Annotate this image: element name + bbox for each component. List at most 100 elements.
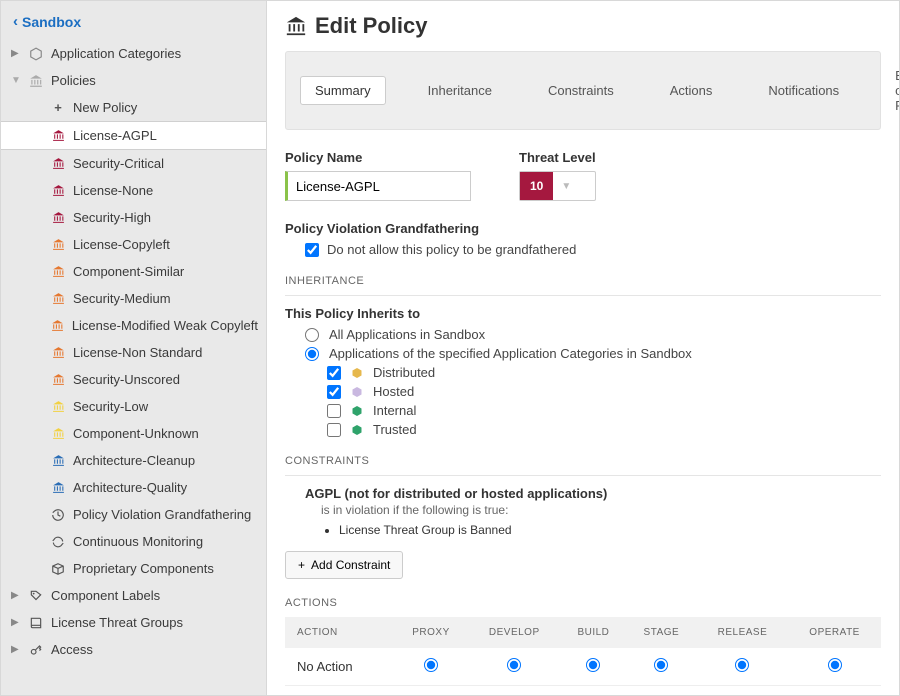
constraints-section-label: CONSTRAINTS [285, 455, 881, 467]
sidebar-nav-item[interactable]: ▶ Component Labels [1, 582, 266, 609]
sidebar-policy-item[interactable]: License-Modified Weak Copyleft [1, 312, 266, 339]
key-icon [27, 643, 45, 657]
tag-checkbox[interactable] [327, 366, 341, 380]
bank-icon [49, 319, 66, 332]
tag-checkbox[interactable] [327, 404, 341, 418]
sidebar-extra-item[interactable]: Policy Violation Grandfathering [1, 501, 266, 528]
tab[interactable]: Notifications [754, 77, 853, 104]
add-constraint-button[interactable]: + Add Constraint [285, 551, 403, 579]
action-cell [561, 648, 626, 686]
sidebar-policy-item[interactable]: Security-High [1, 204, 266, 231]
sidebar-item-policies[interactable]: ▼ Policies [1, 67, 266, 94]
action-radio[interactable] [507, 658, 521, 672]
history-icon [49, 508, 67, 522]
inherit-tag-row[interactable]: Trusted [327, 422, 881, 437]
radio-all[interactable] [305, 328, 319, 342]
sidebar-policy-item[interactable]: Security-Medium [1, 285, 266, 312]
action-radio[interactable] [654, 658, 668, 672]
action-cell [697, 648, 788, 686]
constraint-subtitle: is in violation if the following is true… [321, 503, 881, 517]
sidebar-extra-item[interactable]: Continuous Monitoring [1, 528, 266, 555]
action-radio[interactable] [828, 658, 842, 672]
bank-icon [49, 184, 67, 197]
sidebar-policy-item[interactable]: Component-Unknown [1, 420, 266, 447]
sidebar-policy-item[interactable]: License-None [1, 177, 266, 204]
action-cell [561, 686, 626, 696]
sidebar-policy-item[interactable]: Component-Similar [1, 258, 266, 285]
action-cell [468, 686, 561, 696]
tab[interactable]: End of Page [881, 62, 899, 119]
box-icon [49, 562, 67, 576]
tree-label: Policies [51, 73, 258, 88]
tab[interactable]: Summary [300, 76, 386, 105]
breadcrumb[interactable]: ‹ Sandbox [1, 7, 266, 40]
threat-level-select[interactable]: 10 ▼ [519, 171, 596, 201]
tag-checkbox[interactable] [327, 423, 341, 437]
action-radio[interactable] [586, 658, 600, 672]
inherit-radio-specified[interactable]: Applications of the specified Applicatio… [305, 346, 881, 361]
page-title: Edit Policy [285, 13, 881, 39]
action-cell [626, 686, 697, 696]
chevron-down-icon: ▼ [553, 172, 579, 200]
tab[interactable]: Constraints [534, 77, 628, 104]
tree-label: New Policy [73, 100, 258, 115]
tabbar: Summary Inheritance Constraints Actions Noti… [285, 51, 881, 130]
tab[interactable]: Actions [656, 77, 727, 104]
inherit-tag-row[interactable]: Hosted [327, 384, 881, 399]
tree-label: Architecture-Cleanup [73, 453, 258, 468]
table-header: ACTION [285, 617, 394, 648]
book-icon [27, 616, 45, 630]
sidebar-policy-item[interactable]: License-Copyleft [1, 231, 266, 258]
bank-icon [49, 157, 67, 170]
tag-icon [27, 589, 45, 603]
sidebar-nav-item[interactable]: ▶ Access [1, 636, 266, 663]
policy-name-input[interactable] [285, 171, 471, 201]
tag-label: Trusted [373, 422, 417, 437]
sidebar-item-app-categories[interactable]: ▶ Application Categories [1, 40, 266, 67]
grandfather-label: Do not allow this policy to be grandfath… [327, 242, 576, 257]
tree-label: License-Non Standard [73, 345, 258, 360]
bank-icon [49, 346, 67, 359]
sidebar-policy-item[interactable]: License-AGPL [1, 121, 266, 150]
sidebar-policy-item[interactable]: License-Non Standard [1, 339, 266, 366]
radio-specified[interactable] [305, 347, 319, 361]
inherit-tag-row[interactable]: Internal [327, 403, 881, 418]
tag-checkbox[interactable] [327, 385, 341, 399]
constraint-title: AGPL (not for distributed or hosted appl… [305, 486, 881, 501]
action-radio[interactable] [424, 658, 438, 672]
sidebar-policy-item[interactable]: Architecture-Cleanup [1, 447, 266, 474]
table-header: PROXY [394, 617, 467, 648]
sidebar-policy-item[interactable]: Security-Unscored [1, 366, 266, 393]
inherits-heading: This Policy Inherits to [285, 306, 881, 321]
chevron-right-icon: ▶ [11, 644, 21, 655]
button-label: Add Constraint [311, 558, 390, 572]
bank-icon [49, 292, 67, 305]
page-title-text: Edit Policy [315, 13, 427, 39]
tree-label: Security-High [73, 210, 258, 225]
sidebar-item-new-policy[interactable]: + New Policy [1, 94, 266, 121]
constraint-rule: License Threat Group is Banned [339, 523, 881, 537]
tree-label: Security-Critical [73, 156, 258, 171]
sidebar: ‹ Sandbox ▶ Application Categories ▼ Pol… [1, 1, 267, 695]
hexagon-icon [351, 424, 363, 436]
tree-label: License Threat Groups [51, 615, 258, 630]
chevron-right-icon: ▶ [11, 617, 21, 628]
grandfather-checkbox-row[interactable]: Do not allow this policy to be grandfath… [285, 242, 881, 257]
chevron-down-icon: ▼ [11, 75, 21, 86]
inherit-tag-row[interactable]: Distributed [327, 365, 881, 380]
sidebar-policy-item[interactable]: Security-Critical [1, 150, 266, 177]
plus-icon: + [298, 558, 305, 572]
tree-label: License-None [73, 183, 258, 198]
action-cell [468, 648, 561, 686]
sidebar-policy-item[interactable]: Architecture-Quality [1, 474, 266, 501]
inherit-radio-all[interactable]: All Applications in Sandbox [305, 327, 881, 342]
action-radio[interactable] [735, 658, 749, 672]
sidebar-policy-item[interactable]: Security-Low [1, 393, 266, 420]
bank-icon [49, 373, 67, 386]
tree-label: Continuous Monitoring [73, 534, 258, 549]
sidebar-extra-item[interactable]: Proprietary Components [1, 555, 266, 582]
grandfather-checkbox[interactable] [305, 243, 319, 257]
tree-label: Application Categories [51, 46, 258, 61]
tab[interactable]: Inheritance [414, 77, 506, 104]
sidebar-nav-item[interactable]: ▶ License Threat Groups [1, 609, 266, 636]
